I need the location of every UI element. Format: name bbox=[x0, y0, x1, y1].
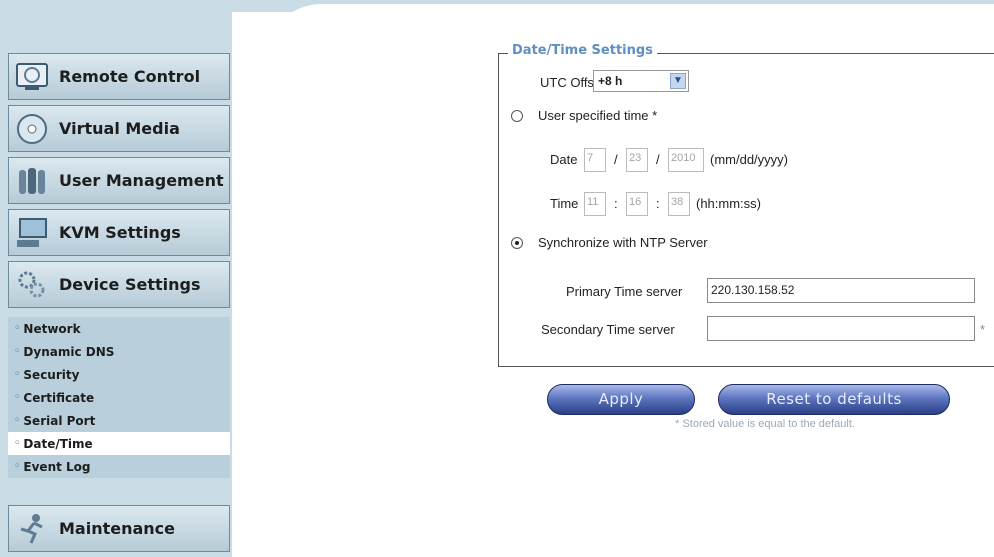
reset-defaults-button[interactable]: Reset to defaults bbox=[718, 384, 950, 415]
primary-server-input[interactable]: 220.130.158.52 bbox=[707, 278, 975, 303]
submenu-serial-port[interactable]: ◦ Serial Port bbox=[8, 409, 230, 432]
user-time-radio[interactable] bbox=[511, 110, 523, 122]
date-day-input[interactable]: 23 bbox=[626, 148, 648, 172]
fieldset-legend: Date/Time Settings bbox=[508, 43, 657, 58]
time-minute-input[interactable]: 16 bbox=[626, 192, 648, 216]
bullet-icon: ◦ bbox=[14, 415, 21, 426]
monitor-icon bbox=[13, 58, 51, 96]
bullet-icon: ◦ bbox=[14, 323, 21, 334]
date-separator: / bbox=[614, 152, 618, 167]
gears-icon bbox=[13, 266, 51, 304]
primary-server-label: Primary Time server bbox=[566, 284, 683, 299]
nav-kvm-settings[interactable]: KVM Settings bbox=[8, 209, 230, 256]
bullet-icon: ◦ bbox=[14, 346, 21, 357]
time-separator: : bbox=[656, 196, 660, 211]
nav-label: Virtual Media bbox=[59, 119, 180, 138]
nav-maintenance[interactable]: Maintenance bbox=[8, 505, 230, 552]
runner-icon bbox=[13, 510, 51, 548]
secondary-server-input[interactable] bbox=[707, 316, 975, 341]
nav-remote-control[interactable]: Remote Control bbox=[8, 53, 230, 100]
nav-label: Remote Control bbox=[59, 67, 201, 86]
date-separator: / bbox=[656, 152, 660, 167]
submenu-event-log[interactable]: ◦ Event Log bbox=[8, 455, 230, 478]
date-format-hint: (mm/dd/yyyy) bbox=[710, 152, 788, 167]
disc-icon bbox=[13, 110, 51, 148]
date-month-input[interactable]: 7 bbox=[584, 148, 606, 172]
nav-user-management[interactable]: User Management bbox=[8, 157, 230, 204]
device-settings-submenu: ◦ Network ◦ Dynamic DNS ◦ Security ◦ Certifi… bbox=[8, 317, 230, 478]
utc-offset-select[interactable]: +8 h ▼ bbox=[593, 70, 689, 92]
date-label: Date bbox=[550, 152, 578, 167]
time-hour-input[interactable]: 11 bbox=[584, 192, 606, 216]
nav-label: Device Settings bbox=[59, 275, 201, 294]
chevron-down-icon: ▼ bbox=[670, 73, 686, 89]
user-time-label: User specified time * bbox=[538, 108, 658, 123]
keyboard-monitor-icon bbox=[13, 214, 51, 252]
time-separator: : bbox=[614, 196, 618, 211]
users-icon bbox=[13, 162, 51, 200]
bullet-icon: ◦ bbox=[14, 461, 21, 472]
nav-label: KVM Settings bbox=[59, 223, 181, 242]
time-format-hint: (hh:mm:ss) bbox=[696, 196, 761, 211]
bullet-icon: ◦ bbox=[14, 438, 21, 449]
submenu-network[interactable]: ◦ Network bbox=[8, 317, 230, 340]
time-second-input[interactable]: 38 bbox=[668, 192, 690, 216]
date-year-input[interactable]: 2010 bbox=[668, 148, 704, 172]
apply-button[interactable]: Apply bbox=[547, 384, 695, 415]
secondary-server-label: Secondary Time server bbox=[541, 322, 675, 337]
stored-value-note: * Stored value is equal to the default. bbox=[675, 418, 855, 430]
ntp-label: Synchronize with NTP Server bbox=[538, 235, 708, 250]
required-asterisk: * bbox=[980, 322, 986, 337]
nav-label: User Management bbox=[59, 171, 224, 190]
submenu-certificate[interactable]: ◦ Certificate bbox=[8, 386, 230, 409]
nav-label: Maintenance bbox=[59, 519, 176, 538]
bullet-icon: ◦ bbox=[14, 392, 21, 403]
submenu-security[interactable]: ◦ Security bbox=[8, 363, 230, 386]
nav-device-settings[interactable]: Device Settings bbox=[8, 261, 230, 308]
utc-offset-value: +8 h bbox=[598, 74, 623, 88]
time-label: Time bbox=[550, 196, 579, 211]
submenu-dynamic-dns[interactable]: ◦ Dynamic DNS bbox=[8, 340, 230, 363]
submenu-date-time[interactable]: ◦ Date/Time bbox=[8, 432, 230, 455]
bullet-icon: ◦ bbox=[14, 369, 21, 380]
nav-virtual-media[interactable]: Virtual Media bbox=[8, 105, 230, 152]
ntp-radio[interactable] bbox=[511, 237, 523, 249]
